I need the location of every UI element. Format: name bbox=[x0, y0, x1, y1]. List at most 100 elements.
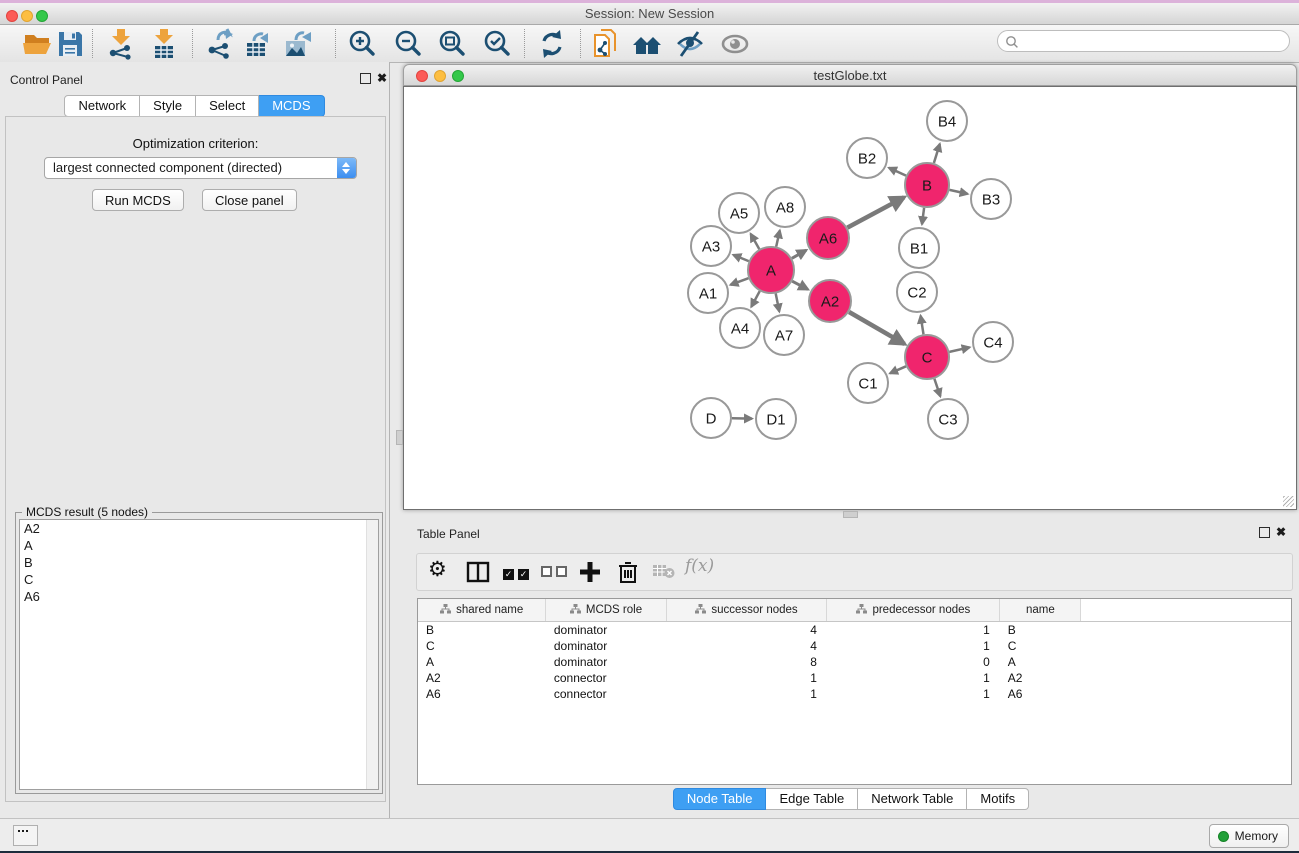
table-cell[interactable]: connector bbox=[546, 686, 666, 702]
node-A6[interactable]: A6 bbox=[807, 217, 849, 259]
table-row[interactable]: Cdominator41C bbox=[418, 638, 1291, 654]
save-session-icon[interactable] bbox=[54, 28, 86, 60]
table-cell[interactable]: dominator bbox=[546, 622, 666, 639]
column-header-name[interactable]: name bbox=[1000, 599, 1081, 622]
node-C2[interactable]: C2 bbox=[897, 272, 937, 312]
export-network-icon[interactable] bbox=[204, 28, 236, 60]
split-divider-handle[interactable] bbox=[843, 511, 858, 518]
table-cell[interactable]: dominator bbox=[546, 654, 666, 670]
zoom-fit-icon[interactable] bbox=[436, 28, 468, 60]
node-D[interactable]: D bbox=[691, 398, 731, 438]
tab-mcds[interactable]: MCDS bbox=[259, 95, 324, 117]
table-cell[interactable]: 1 bbox=[827, 670, 1000, 686]
edge-C-C4[interactable] bbox=[949, 347, 969, 352]
select-all-columns-icon[interactable]: ✓✓ bbox=[503, 564, 533, 582]
hide-graphics-details-icon[interactable] bbox=[674, 28, 706, 60]
table-cell[interactable]: 8 bbox=[666, 654, 827, 670]
close-panel-button[interactable]: Close panel bbox=[202, 189, 297, 211]
node-A7[interactable]: A7 bbox=[764, 315, 804, 355]
float-table-panel-icon[interactable] bbox=[1259, 527, 1270, 538]
network-window-titlebar[interactable]: testGlobe.txt bbox=[403, 64, 1297, 86]
zoom-in-icon[interactable] bbox=[346, 28, 378, 60]
table-cell[interactable]: 1 bbox=[827, 638, 1000, 654]
zoom-out-icon[interactable] bbox=[392, 28, 424, 60]
table-cell[interactable]: A bbox=[418, 654, 546, 670]
table-row[interactable]: A2connector11A2 bbox=[418, 670, 1291, 686]
network-canvas[interactable]: AA1A2A3A4A5A6A7A8BB1B2B3B4CC1C2C3C4DD1 bbox=[403, 86, 1297, 510]
mcds-result-item[interactable]: A2 bbox=[20, 520, 378, 537]
tab-style[interactable]: Style bbox=[140, 95, 196, 117]
float-panel-icon[interactable] bbox=[360, 73, 371, 84]
memory-button[interactable]: Memory bbox=[1209, 824, 1289, 848]
table-cell[interactable]: 1 bbox=[666, 670, 827, 686]
edge-B-B3[interactable] bbox=[950, 190, 968, 194]
node-A1[interactable]: A1 bbox=[688, 273, 728, 313]
node-A5[interactable]: A5 bbox=[719, 193, 759, 233]
search-input[interactable] bbox=[1024, 32, 1283, 52]
table-cell[interactable]: A bbox=[1000, 654, 1081, 670]
edge-B-B4[interactable] bbox=[934, 144, 940, 163]
edge-B-B1[interactable] bbox=[922, 208, 924, 224]
table-cell[interactable]: 4 bbox=[666, 622, 827, 639]
table-cell[interactable]: A2 bbox=[1000, 670, 1081, 686]
node-B4[interactable]: B4 bbox=[927, 101, 967, 141]
tab-network-table[interactable]: Network Table bbox=[858, 788, 967, 810]
home-icon[interactable] bbox=[631, 28, 663, 60]
tab-motifs[interactable]: Motifs bbox=[967, 788, 1029, 810]
edge-A-A6[interactable] bbox=[792, 250, 806, 258]
table-cell[interactable]: B bbox=[1000, 622, 1081, 639]
table-cell[interactable]: A2 bbox=[418, 670, 546, 686]
table-row[interactable]: Bdominator41B bbox=[418, 622, 1291, 639]
node-C1[interactable]: C1 bbox=[848, 363, 888, 403]
table-cell[interactable]: 1 bbox=[827, 686, 1000, 702]
close-panel-icon[interactable]: ✖ bbox=[377, 73, 387, 83]
node-C[interactable]: C bbox=[905, 335, 949, 379]
column-header-shared-name[interactable]: shared name bbox=[418, 599, 546, 622]
table-cell[interactable]: dominator bbox=[546, 638, 666, 654]
column-header-successor-nodes[interactable]: successor nodes bbox=[666, 599, 827, 622]
table-cell[interactable]: 4 bbox=[666, 638, 827, 654]
table-cell[interactable]: 0 bbox=[827, 654, 1000, 670]
scrollbar-track[interactable] bbox=[366, 520, 378, 789]
edge-A6-B[interactable] bbox=[847, 197, 904, 227]
tab-edge-table[interactable]: Edge Table bbox=[766, 788, 858, 810]
node-A3[interactable]: A3 bbox=[691, 226, 731, 266]
show-columns-icon[interactable] bbox=[465, 559, 491, 585]
node-A[interactable]: A bbox=[748, 247, 794, 293]
node-A2[interactable]: A2 bbox=[809, 280, 851, 322]
table-cell[interactable]: C bbox=[1000, 638, 1081, 654]
optimization-criterion-dropdown[interactable]: largest connected component (directed) bbox=[44, 157, 357, 179]
mcds-result-item[interactable]: A6 bbox=[20, 588, 378, 605]
edge-A-A4[interactable] bbox=[751, 291, 759, 307]
edge-C-C1[interactable] bbox=[890, 366, 906, 373]
node-A8[interactable]: A8 bbox=[765, 187, 805, 227]
refresh-icon[interactable] bbox=[536, 28, 568, 60]
edge-A-A2[interactable] bbox=[792, 281, 808, 289]
close-table-panel-icon[interactable]: ✖ bbox=[1276, 527, 1286, 537]
mcds-result-list[interactable]: A2ABCA6 bbox=[19, 519, 379, 790]
table-cell[interactable]: B bbox=[418, 622, 546, 639]
table-options-icon[interactable]: ⚙ bbox=[428, 557, 447, 583]
new-network-icon[interactable] bbox=[589, 28, 621, 60]
unselect-all-columns-icon[interactable] bbox=[541, 564, 571, 582]
tab-select[interactable]: Select bbox=[196, 95, 259, 117]
delete-table-icon[interactable] bbox=[653, 563, 675, 579]
import-table-icon[interactable] bbox=[148, 28, 180, 60]
task-history-button[interactable] bbox=[13, 825, 38, 846]
node-D1[interactable]: D1 bbox=[756, 399, 796, 439]
node-B2[interactable]: B2 bbox=[847, 138, 887, 178]
tab-node-table[interactable]: Node Table bbox=[673, 788, 767, 810]
edge-B-B2[interactable] bbox=[889, 168, 906, 176]
node-C3[interactable]: C3 bbox=[928, 399, 968, 439]
add-column-icon[interactable] bbox=[577, 559, 603, 585]
node-A4[interactable]: A4 bbox=[720, 308, 760, 348]
open-session-icon[interactable] bbox=[22, 28, 54, 60]
delete-columns-icon[interactable] bbox=[615, 559, 641, 585]
split-divider-handle[interactable] bbox=[396, 430, 403, 445]
tab-network[interactable]: Network bbox=[64, 95, 140, 117]
node-C4[interactable]: C4 bbox=[973, 322, 1013, 362]
table-cell[interactable]: C bbox=[418, 638, 546, 654]
node-table[interactable]: shared nameMCDS rolesuccessor nodesprede… bbox=[417, 598, 1292, 785]
edge-A-A5[interactable] bbox=[751, 234, 760, 249]
search-field[interactable] bbox=[997, 30, 1290, 52]
